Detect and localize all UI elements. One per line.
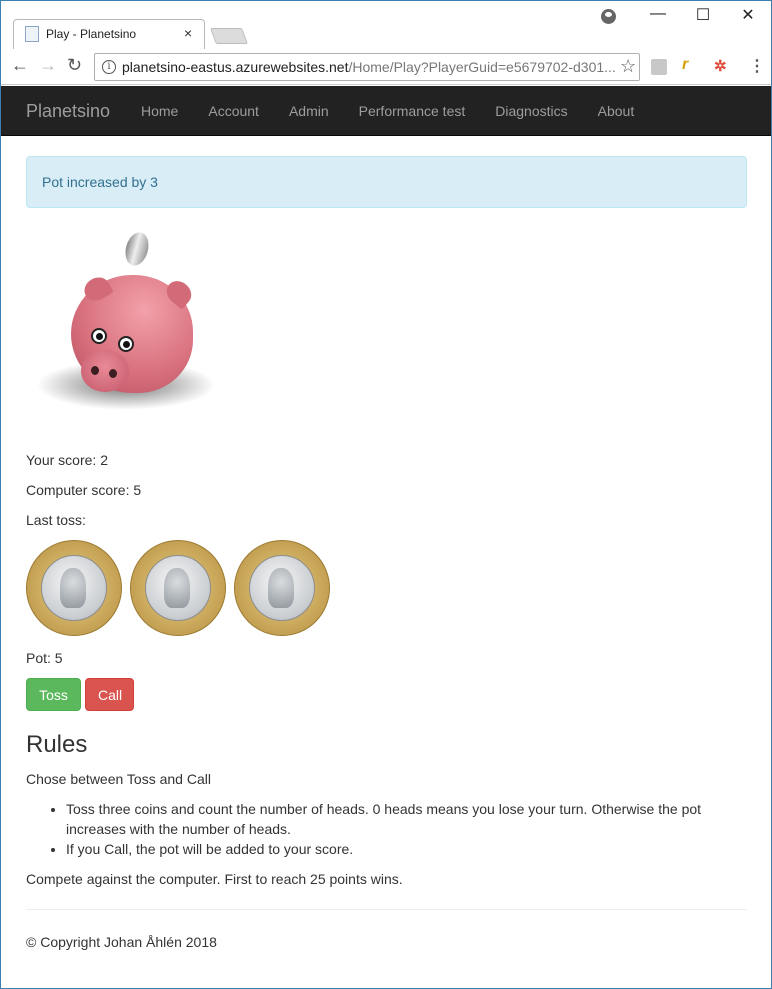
action-buttons: Toss Call <box>26 678 747 711</box>
bookmark-star-icon[interactable]: ☆ <box>620 56 636 77</box>
pot-value: Pot: 5 <box>26 650 63 666</box>
site-navbar: Planetsino Home Account Admin Performanc… <box>1 86 771 136</box>
rules-intro: Chose between Toss and Call <box>26 771 211 787</box>
nav-performance-test[interactable]: Performance test <box>344 86 481 136</box>
url-text[interactable]: planetsino-eastus.azurewebsites.net/Home… <box>122 59 616 75</box>
nav-diagnostics[interactable]: Diagnostics <box>480 86 582 136</box>
tab-title[interactable]: Play - Planetsino <box>46 27 136 41</box>
address-bar[interactable]: i planetsino-eastus.azurewebsites.net/Ho… <box>94 53 640 81</box>
url-path: /Home/Play?PlayerGuid=e5679702-d301... <box>348 59 616 75</box>
nav-home[interactable]: Home <box>126 86 193 136</box>
title-bar: Play - Planetsino × — ☐ ✕ <box>1 1 771 49</box>
nav-links: Home Account Admin Performance test Diag… <box>126 86 649 136</box>
profile-icon[interactable] <box>601 9 616 24</box>
nav-account[interactable]: Account <box>193 86 274 136</box>
pdf-extension-icon[interactable] <box>651 59 667 75</box>
nav-admin[interactable]: Admin <box>274 86 344 136</box>
new-tab-button[interactable] <box>210 28 248 44</box>
maximize-button[interactable]: ☐ <box>680 5 726 25</box>
reload-icon[interactable]: ↻ <box>67 55 82 76</box>
menu-icon[interactable]: ⋮ <box>749 56 765 76</box>
rules-list-item: If you Call, the pot will be added to yo… <box>66 839 747 859</box>
last-toss-label: Last toss: <box>26 512 86 528</box>
back-arrow-icon[interactable]: ← <box>11 55 29 76</box>
rules-list-item: Toss three coins and count the number of… <box>66 799 747 839</box>
rules-list: Toss three coins and count the number of… <box>26 799 747 859</box>
footer-divider <box>26 909 747 910</box>
main-content: Pot increased by 3 Your score: 2 Compute… <box>26 156 747 952</box>
toss-button[interactable]: Toss <box>26 678 81 711</box>
share-extension-icon[interactable]: ✲ <box>714 57 730 75</box>
page-icon <box>25 26 39 42</box>
browser-window: Play - Planetsino × — ☐ ✕ ← → ↻ i planet… <box>0 0 772 989</box>
url-host: planetsino-eastus.azurewebsites.net <box>122 59 349 75</box>
rules-heading: Rules <box>26 731 88 758</box>
nav-about[interactable]: About <box>583 86 650 136</box>
info-alert: Pot increased by 3 <box>26 156 747 208</box>
close-button[interactable]: ✕ <box>725 5 771 25</box>
piggy-bank-image <box>26 220 226 440</box>
call-button[interactable]: Call <box>85 678 134 711</box>
forward-arrow-icon[interactable]: → <box>39 55 57 76</box>
info-icon[interactable]: i <box>102 60 116 74</box>
coin-image <box>26 540 122 636</box>
coin-image <box>130 540 226 636</box>
your-score: Your score: 2 <box>26 452 108 468</box>
computer-score: Computer score: 5 <box>26 482 142 498</box>
last-toss-coins <box>26 540 747 636</box>
tab-close-icon[interactable]: × <box>184 25 192 41</box>
minimize-button[interactable]: — <box>635 5 681 23</box>
r-extension-icon[interactable]: r <box>682 56 698 73</box>
compete-text: Compete against the computer. First to r… <box>26 871 403 887</box>
browser-toolbar: ← → ↻ i planetsino-eastus.azurewebsites.… <box>1 49 771 85</box>
coin-image <box>234 540 330 636</box>
copyright-footer: © Copyright Johan Åhlén 2018 <box>26 934 217 950</box>
falling-coin <box>121 229 153 269</box>
brand-link[interactable]: Planetsino <box>26 101 110 122</box>
